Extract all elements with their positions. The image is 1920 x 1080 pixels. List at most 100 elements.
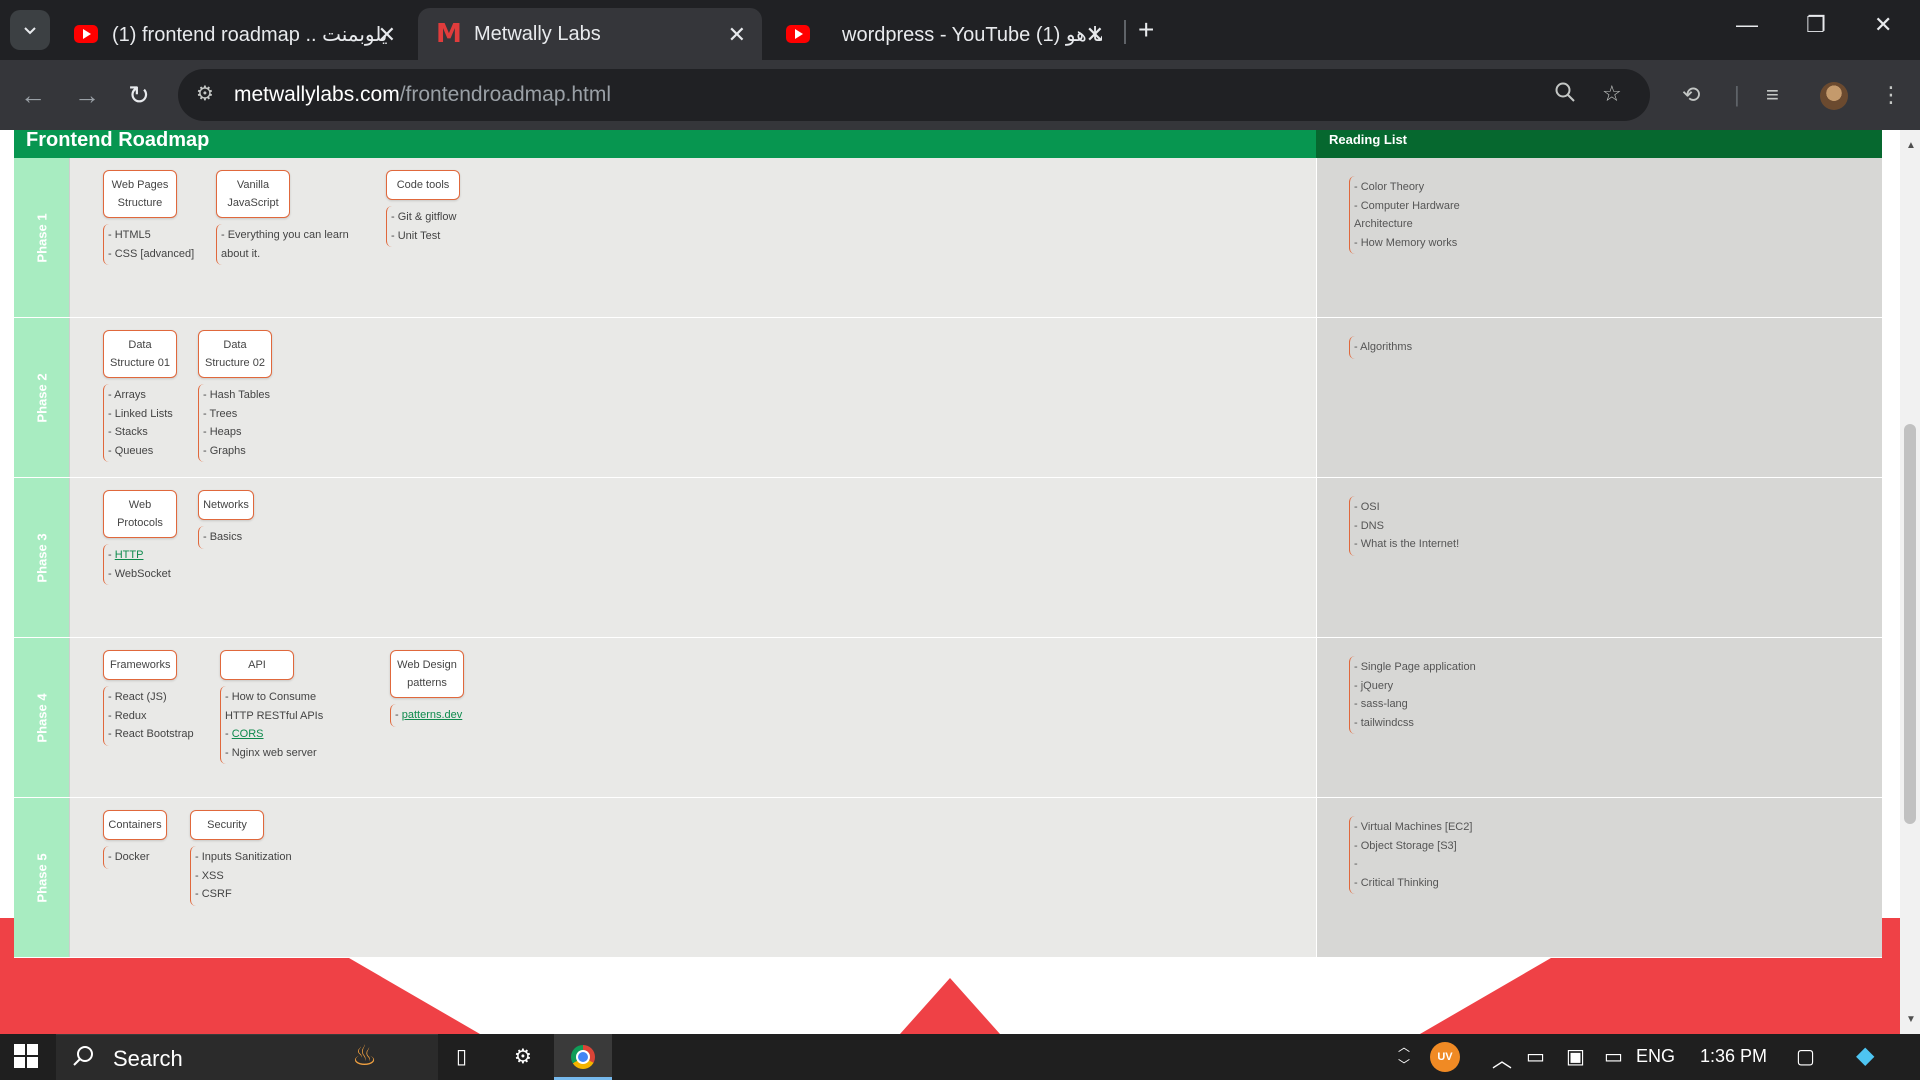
battery-icon[interactable]: ▭ xyxy=(1604,1044,1623,1069)
topic-item: - HTML5 xyxy=(108,229,151,241)
reading-list-title: Reading List xyxy=(1316,130,1882,158)
topic-item: - Stacks xyxy=(108,426,148,439)
windows-taskbar: Search ♨ ▯ ⚙ ︿ ﹀ UV ︿ ▭ ▣ ▭ ENG 1:36 PM ▢… xyxy=(0,1034,1920,1080)
topic-title[interactable]: Frameworks xyxy=(103,650,177,680)
search-placeholder: Search xyxy=(113,1046,183,1071)
topic-card: Security - Inputs Sanitization - XSS - C… xyxy=(190,810,296,906)
tab-title: Metwally Labs xyxy=(474,22,601,45)
topic-title[interactable]: API xyxy=(220,650,294,680)
meet-icon[interactable]: ▣ xyxy=(1566,1044,1585,1069)
language-indicator[interactable]: ENG xyxy=(1636,1046,1675,1067)
topic-title[interactable]: Networks xyxy=(198,490,254,520)
topic-card: Web Design patterns - patterns.dev xyxy=(390,650,466,727)
topic-title[interactable]: Data Structure 01 xyxy=(103,330,177,378)
minimize-button[interactable]: — xyxy=(1736,12,1758,38)
show-hidden-icons-icon[interactable]: ︿ xyxy=(1492,1044,1512,1073)
reading-cell: - Color Theory - Computer Hardware Archi… xyxy=(1316,158,1882,317)
chrome-icon xyxy=(571,1045,595,1069)
topic-title[interactable]: Code tools xyxy=(386,170,460,200)
uv-tray-icon[interactable]: UV xyxy=(1430,1042,1460,1072)
toolbar-separator: | xyxy=(1734,82,1740,107)
phase-label: Phase 4 xyxy=(14,638,69,797)
reading-item: - Critical Thinking xyxy=(1354,876,1439,889)
topic-items: - patterns.dev xyxy=(390,704,466,727)
forward-button[interactable]: → xyxy=(74,80,100,111)
topic-item: - React (JS) xyxy=(108,691,167,703)
tab-wordpress-youtube[interactable]: wordpress - YouTube ما هو (1) ✕ xyxy=(768,8,1120,60)
media-control-icon[interactable]: ≡ xyxy=(1766,82,1779,108)
reading-item: - Computer Hardware Architecture xyxy=(1354,199,1460,231)
reading-item: - Color Theory xyxy=(1354,181,1425,193)
restore-button[interactable]: ❐ xyxy=(1806,12,1826,38)
phase-label-text: Phase 1 xyxy=(34,212,49,263)
topic-item: - Heaps xyxy=(203,426,242,439)
topic-item: - Docker xyxy=(108,851,150,863)
topic-title[interactable]: Data Structure 02 xyxy=(198,330,272,378)
chrome-taskbar-button[interactable] xyxy=(554,1034,612,1080)
display-icon[interactable]: ▭ xyxy=(1526,1044,1545,1069)
phase-label: Phase 5 xyxy=(14,798,69,957)
new-tab-button[interactable]: + xyxy=(1138,14,1154,46)
tray-chevrons-icon[interactable]: ︿ ﹀ xyxy=(1398,1038,1410,1074)
reading-item: - How Memory works xyxy=(1354,236,1458,249)
topic-title[interactable]: Web Pages Structure xyxy=(103,170,177,218)
phase-topics: Frameworks - React (JS) - Redux - React … xyxy=(69,638,1316,797)
close-tab-icon[interactable]: ✕ xyxy=(378,22,396,48)
reload-button[interactable]: ↻ xyxy=(128,80,150,111)
phase-label: Phase 1 xyxy=(14,158,69,317)
reading-item: - Single Page application xyxy=(1354,661,1476,673)
topic-items: - Hash Tables - Trees - Heaps - Graphs xyxy=(198,384,274,463)
menu-dots-icon[interactable]: ⋮ xyxy=(1880,82,1902,108)
reading-item: - Virtual Machines [EC2] xyxy=(1354,821,1473,833)
reading-item: - OSI xyxy=(1354,501,1380,513)
http-link[interactable]: HTTP xyxy=(115,549,144,561)
search-highlight-icon: ♨ xyxy=(352,1040,378,1071)
reading-item: - xyxy=(1354,858,1358,871)
notifications-icon[interactable]: ▢ xyxy=(1796,1044,1815,1069)
url-text[interactable]: metwallylabs.com/frontendroadmap.html xyxy=(234,83,611,107)
topic-title[interactable]: Web Protocols xyxy=(103,490,177,538)
url-path: /frontendroadmap.html xyxy=(399,83,612,106)
topic-item: - CORS xyxy=(225,728,264,741)
copilot-icon[interactable]: ◆ xyxy=(1856,1041,1874,1070)
close-tab-icon[interactable]: ✕ xyxy=(1086,22,1104,48)
topic-card: API - How to Consume HTTP RESTful APIs -… xyxy=(220,650,344,765)
browser-toolbar: ← → ↻ ⚙ metwallylabs.com/frontendroadmap… xyxy=(0,60,1920,130)
topic-title[interactable]: Web Design patterns xyxy=(390,650,464,698)
taskbar-search[interactable]: Search ♨ xyxy=(56,1034,438,1080)
windows-start-icon[interactable] xyxy=(14,1044,38,1074)
topic-title[interactable]: Containers xyxy=(103,810,167,840)
profile-avatar[interactable] xyxy=(1820,82,1848,110)
clock[interactable]: 1:36 PM xyxy=(1700,1046,1767,1067)
zoom-icon[interactable] xyxy=(1554,81,1576,109)
topic-title[interactable]: Security xyxy=(190,810,264,840)
tab-frontend-roadmap[interactable]: (1) frontend roadmap .. يلوبمنت ✕ xyxy=(56,8,412,60)
scroll-down-icon[interactable]: ▼ xyxy=(1906,1014,1916,1025)
address-bar[interactable]: ⚙ metwallylabs.com/frontendroadmap.html … xyxy=(178,69,1650,121)
bookmark-star-icon[interactable]: ☆ xyxy=(1602,81,1622,107)
phase-topics: Web Protocols - HTTP - WebSocket Network… xyxy=(69,478,1316,637)
cors-link[interactable]: CORS xyxy=(232,728,264,740)
topic-items: - Everything you can learn about it. xyxy=(216,224,356,266)
task-view-icon[interactable]: ▯ xyxy=(456,1044,467,1069)
reading-item: - sass-lang xyxy=(1354,698,1408,711)
settings-icon[interactable]: ⚙ xyxy=(514,1044,532,1069)
close-window-button[interactable]: ✕ xyxy=(1874,12,1892,38)
scrollbar-thumb[interactable] xyxy=(1904,424,1916,824)
reading-item: - Object Storage [S3] xyxy=(1354,839,1457,852)
site-settings-icon[interactable]: ⚙ xyxy=(196,81,214,106)
back-button[interactable]: ← xyxy=(20,80,46,111)
scroll-up-icon[interactable]: ▲ xyxy=(1906,140,1916,151)
patterns-dev-link[interactable]: patterns.dev xyxy=(402,709,463,721)
history-icon[interactable]: ⟲ xyxy=(1682,82,1700,108)
page-scrollbar[interactable]: ▲ ▼ xyxy=(1900,130,1920,1034)
reading-cell: - Single Page application - jQuery - sas… xyxy=(1316,638,1882,797)
tab-search-button[interactable] xyxy=(10,10,50,50)
reading-list: - OSI - DNS - What is the Internet! xyxy=(1349,496,1463,556)
reading-list: - Algorithms xyxy=(1349,336,1416,359)
phase-label: Phase 3 xyxy=(14,478,69,637)
close-tab-icon[interactable]: ✕ xyxy=(728,22,746,48)
topic-items: - Git & gitflow - Unit Test xyxy=(386,206,460,248)
topic-title[interactable]: Vanilla JavaScript xyxy=(216,170,290,218)
tab-metwally-labs[interactable]: M Metwally Labs ✕ xyxy=(418,8,762,60)
